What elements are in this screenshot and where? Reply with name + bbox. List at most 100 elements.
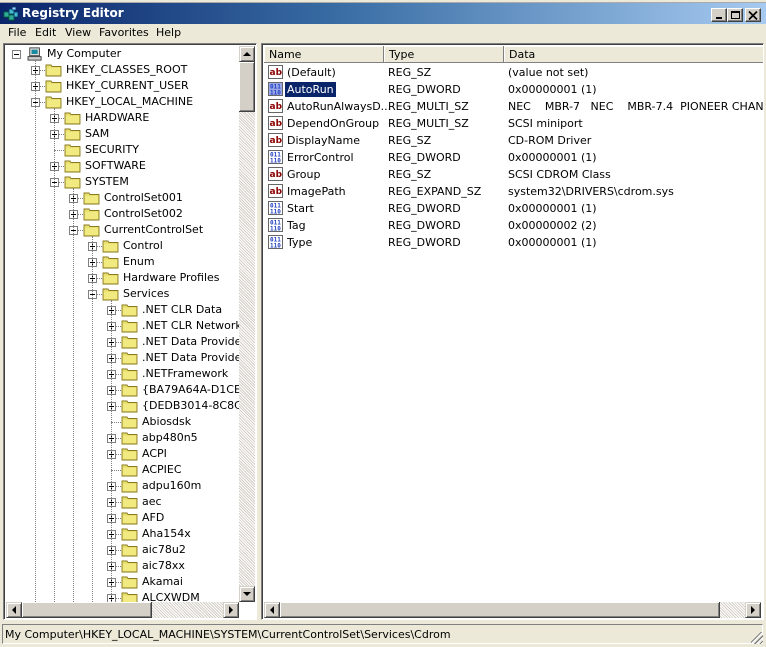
tree-node[interactable]: .NET Data Provider I (6, 334, 239, 350)
binary-value-icon: 011110 (268, 201, 283, 216)
value-data: SCSI CDROM Class (508, 168, 611, 181)
tree-node[interactable]: HKEY_LOCAL_MACHINE (6, 94, 239, 110)
column-header-data[interactable]: Data (504, 46, 763, 63)
value-type: REG_DWORD (388, 219, 461, 232)
tree-node[interactable]: {DEDB3014-8C8C-4I (6, 398, 239, 414)
tree-node[interactable]: AFD (6, 510, 239, 526)
key-tree[interactable]: My Computer HKEY_CLASSES_ROOT HKEY_CURRENT… (6, 46, 239, 602)
string-value-icon: ab (268, 116, 283, 130)
value-row[interactable]: 011 110 Start REG_DWORD 0x00000001 (1) (264, 200, 744, 217)
folder-icon (121, 320, 138, 333)
value-data: SCSI miniport (508, 117, 583, 130)
value-type: REG_SZ (388, 134, 432, 147)
maximize-button[interactable] (727, 8, 743, 22)
folder-icon (102, 272, 119, 285)
tree-node[interactable]: SYSTEM (6, 174, 239, 190)
tree-node[interactable]: Hardware Profiles (6, 270, 239, 286)
tree-node-label: abp480n5 (142, 431, 198, 444)
value-row[interactable]: ab ImagePath REG_EXPAND_SZ system32\DRIVERS… (264, 183, 744, 200)
value-data: system32\DRIVERS\cdrom.sys (508, 185, 674, 198)
tree-node[interactable]: Control (6, 238, 239, 254)
menu-edit[interactable]: Edit (35, 26, 56, 39)
tree-node[interactable]: .NET CLR Data (6, 302, 239, 318)
value-row[interactable]: 011 110 ErrorControl REG_DWORD 0x00000001 (1… (264, 149, 744, 166)
column-header-type[interactable]: Type (384, 46, 504, 63)
list-horizontal-scrollbar[interactable] (264, 602, 761, 618)
tree-node[interactable]: .NETFramework (6, 366, 239, 382)
menu-file[interactable]: File (8, 26, 26, 39)
value-row[interactable]: ab AutoRunAlwaysD... REG_MULTI_SZ NEC MBR-7… (264, 98, 763, 115)
collapse-icon[interactable] (12, 50, 21, 59)
value-data: CD-ROM Driver (508, 134, 592, 147)
tree-node[interactable]: ControlSet002 (6, 206, 239, 222)
tree-node[interactable]: {BA79A64A-D1CE-4 (6, 382, 239, 398)
folder-icon (121, 592, 138, 602)
tree-scroll-left-button[interactable] (6, 602, 22, 618)
value-row[interactable]: ab DependOnGroup REG_MULTI_SZ SCSI miniport (264, 115, 744, 132)
tree-node[interactable]: aic78xx (6, 558, 239, 574)
tree-node[interactable]: SECURITY (6, 142, 239, 158)
folder-icon (121, 352, 138, 365)
close-button[interactable] (745, 8, 761, 22)
tree-node[interactable]: CurrentControlSet (6, 222, 239, 238)
tree-node[interactable]: SAM (6, 126, 239, 142)
list-horizontal-scroll-thumb[interactable] (280, 602, 720, 618)
tree-node[interactable]: ALCXWDM (6, 590, 239, 602)
tree-node[interactable]: Aha154x (6, 526, 239, 542)
value-type: REG_EXPAND_SZ (388, 185, 482, 198)
tree-node[interactable]: Services (6, 286, 239, 302)
tree-horizontal-scrollbar[interactable] (6, 602, 239, 618)
tree-node[interactable]: Akamai (6, 574, 239, 590)
tree-node[interactable]: Enum (6, 254, 239, 270)
folder-icon (64, 160, 81, 173)
tree-horizontal-scroll-thumb[interactable] (22, 602, 152, 618)
key-tree-pane: My Computer HKEY_CLASSES_ROOT HKEY_CURRENT… (3, 43, 257, 620)
tree-scroll-right-button[interactable] (223, 602, 239, 618)
tree-scroll-down-button[interactable] (239, 586, 255, 602)
folder-icon (83, 192, 100, 205)
tree-node[interactable]: aic78u2 (6, 542, 239, 558)
folder-icon (121, 576, 138, 589)
tree-node[interactable]: ACPI (6, 446, 239, 462)
menu-view[interactable]: View (65, 26, 91, 39)
tree-node[interactable]: Abiosdsk (6, 414, 239, 430)
tree-node-label: SAM (85, 127, 110, 140)
value-row[interactable]: ab DisplayName REG_SZ CD-ROM Driver (264, 132, 744, 149)
tree-vertical-scroll-thumb[interactable] (239, 62, 255, 112)
folder-icon (64, 144, 81, 157)
tree-node[interactable]: aec (6, 494, 239, 510)
tree-node-label: aic78xx (142, 559, 185, 572)
tree-node-label: HKEY_CURRENT_USER (66, 79, 189, 92)
tree-node[interactable]: My Computer (6, 46, 239, 62)
title-bar[interactable]: Registry Editor (0, 3, 766, 24)
tree-node[interactable]: HARDWARE (6, 110, 239, 126)
value-row[interactable]: 011 110 Tag REG_DWORD 0x00000002 (2) (264, 217, 744, 234)
value-name: (Default) (287, 66, 336, 79)
tree-scroll-up-button[interactable] (239, 46, 255, 62)
tree-vertical-scrollbar[interactable] (239, 46, 255, 602)
menu-help[interactable]: Help (156, 26, 181, 39)
value-name: AutoRunAlwaysD... (287, 100, 392, 113)
tree-node[interactable]: .NET Data Provider I (6, 350, 239, 366)
computer-icon (27, 47, 42, 61)
tree-node-label: Services (123, 287, 170, 300)
resize-grip-icon[interactable] (751, 632, 763, 644)
minimize-button[interactable] (711, 8, 727, 22)
tree-node[interactable]: HKEY_CURRENT_USER (6, 78, 239, 94)
tree-node[interactable]: HKEY_CLASSES_ROOT (6, 62, 239, 78)
list-scroll-right-button[interactable] (745, 602, 761, 618)
tree-node[interactable]: adpu160m (6, 478, 239, 494)
value-row[interactable]: 011 110 Type REG_DWORD 0x00000001 (1) (264, 234, 744, 251)
tree-node[interactable]: abp480n5 (6, 430, 239, 446)
folder-icon (64, 112, 81, 125)
list-scroll-left-button[interactable] (264, 602, 280, 618)
tree-node[interactable]: .NET CLR Networkin (6, 318, 239, 334)
value-row[interactable]: ab Group REG_SZ SCSI CDROM Class (264, 166, 744, 183)
value-row[interactable]: ab (Default) REG_SZ (value not set) (264, 64, 744, 81)
column-header-name[interactable]: Name (264, 46, 384, 63)
value-row[interactable]: 011 110 AutoRun REG_DWORD 0x00000001 (1) (264, 81, 744, 98)
tree-node[interactable]: ControlSet001 (6, 190, 239, 206)
tree-node[interactable]: SOFTWARE (6, 158, 239, 174)
tree-node[interactable]: ACPIEC (6, 462, 239, 478)
menu-favorites[interactable]: Favorites (99, 26, 149, 39)
